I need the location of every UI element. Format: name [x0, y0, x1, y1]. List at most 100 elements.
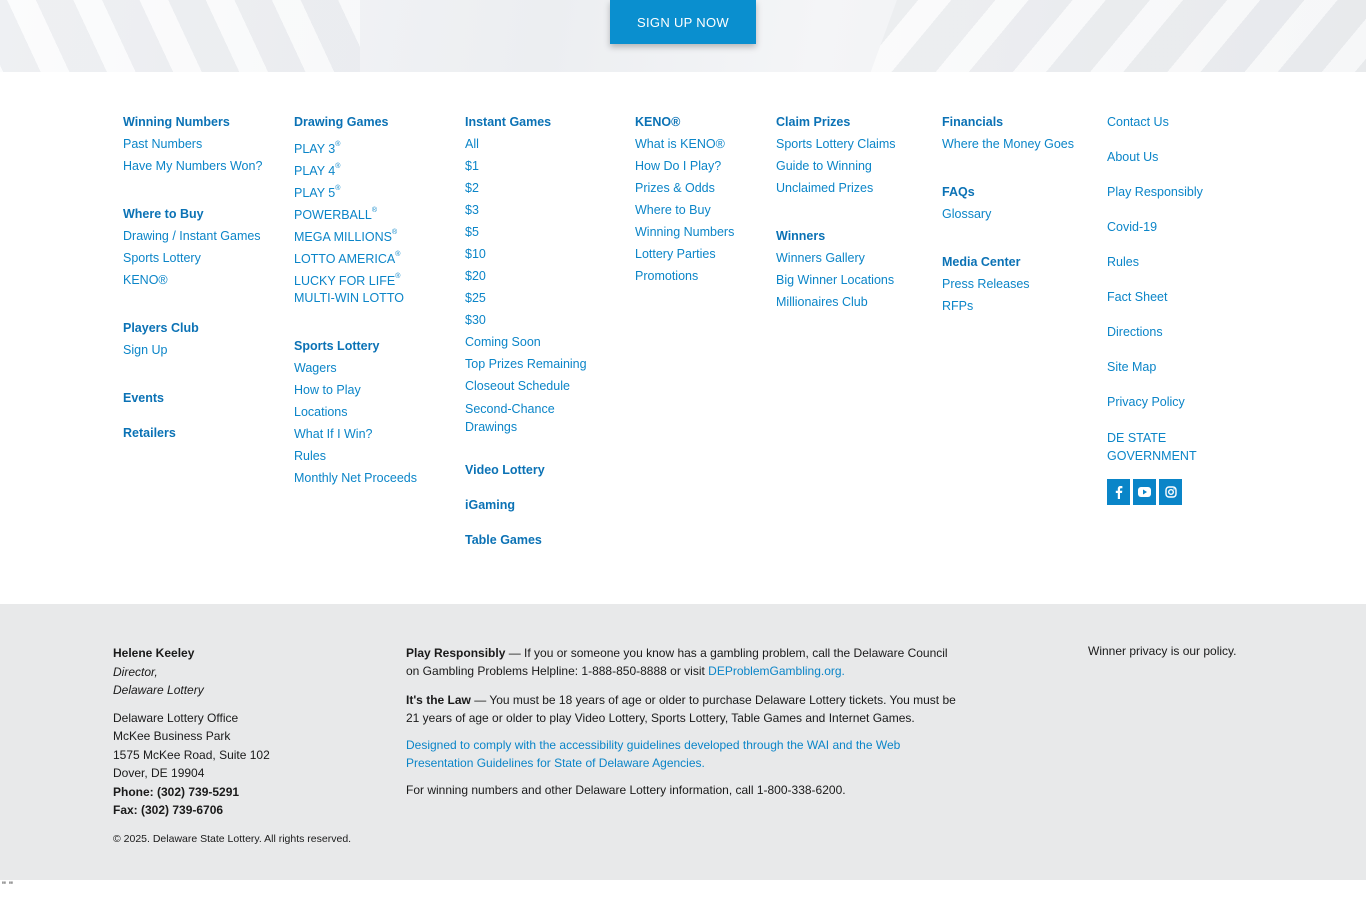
- media-center-heading[interactable]: Media Center: [942, 254, 1102, 276]
- site-map-link[interactable]: Site Map: [1107, 359, 1237, 394]
- stray-text: " ": [2, 880, 13, 892]
- top-prizes-remaining-link[interactable]: Top Prizes Remaining: [465, 356, 615, 378]
- igaming-heading[interactable]: iGaming: [465, 497, 615, 519]
- instant-30-link[interactable]: $30: [465, 312, 615, 334]
- keno-where-to-buy-link[interactable]: Where to Buy: [635, 202, 765, 224]
- law-notice: It's the Law — You must be 18 years of a…: [406, 691, 956, 727]
- accessibility-guidelines-link[interactable]: Designed to comply with the accessibilit…: [406, 738, 900, 770]
- financials-heading[interactable]: Financials: [942, 114, 1102, 136]
- winning-numbers-heading[interactable]: Winning Numbers: [123, 114, 283, 136]
- lottery-parties-link[interactable]: Lottery Parties: [635, 246, 765, 268]
- about-rules-link[interactable]: Rules: [1107, 254, 1237, 289]
- fact-sheet-link[interactable]: Fact Sheet: [1107, 289, 1237, 324]
- sports-lottery-heading[interactable]: Sports Lottery: [294, 338, 454, 360]
- where-the-money-goes-link[interactable]: Where the Money Goes: [942, 136, 1102, 158]
- instant-all-link[interactable]: All: [465, 136, 615, 158]
- retailers-heading[interactable]: Retailers: [123, 425, 283, 447]
- instant-5-link[interactable]: $5: [465, 224, 615, 246]
- multi-win-lotto-link[interactable]: MULTI-WIN LOTTO: [294, 290, 454, 312]
- unclaimed-prizes-link[interactable]: Unclaimed Prizes: [776, 180, 936, 202]
- closeout-schedule-link[interactable]: Closeout Schedule: [465, 378, 615, 400]
- play5-label: PLAY 5: [294, 186, 336, 200]
- nav-column-about: Contact Us About Us Play Responsibly Cov…: [1107, 114, 1237, 505]
- claim-prizes-heading[interactable]: Claim Prizes: [776, 114, 936, 136]
- faqs-heading[interactable]: FAQs: [942, 184, 1102, 206]
- play4-link[interactable]: PLAY 4®: [294, 158, 454, 180]
- problem-gambling-link[interactable]: DEProblemGambling.org.: [708, 664, 845, 678]
- players-club-heading[interactable]: Players Club: [123, 320, 283, 342]
- covid-19-link[interactable]: Covid-19: [1107, 219, 1237, 254]
- where-to-buy-heading[interactable]: Where to Buy: [123, 206, 283, 228]
- info-line: For winning numbers and other Delaware L…: [406, 783, 846, 797]
- monthly-net-proceeds-link[interactable]: Monthly Net Proceeds: [294, 470, 454, 492]
- privacy-policy-link[interactable]: Privacy Policy: [1107, 394, 1237, 429]
- play3-label: PLAY 3: [294, 142, 336, 156]
- nav-column-financials: Financials Where the Money Goes FAQs Glo…: [942, 114, 1102, 320]
- winners-gallery-link[interactable]: Winners Gallery: [776, 250, 936, 272]
- table-games-heading[interactable]: Table Games: [465, 532, 615, 554]
- locations-link[interactable]: Locations: [294, 404, 454, 426]
- instant-1-link[interactable]: $1: [465, 158, 615, 180]
- director-org: Delaware Lottery: [113, 683, 204, 697]
- play-responsibly-label: Play Responsibly: [406, 646, 506, 660]
- have-my-numbers-won-link[interactable]: Have My Numbers Won?: [123, 158, 283, 180]
- promotions-link[interactable]: Promotions: [635, 268, 765, 290]
- wagers-link[interactable]: Wagers: [294, 360, 454, 382]
- video-lottery-heading[interactable]: Video Lottery: [465, 462, 615, 484]
- sports-lottery-link[interactable]: Sports Lottery: [123, 250, 283, 272]
- events-heading[interactable]: Events: [123, 390, 283, 412]
- play3-link[interactable]: PLAY 3®: [294, 136, 454, 158]
- powerball-link[interactable]: POWERBALL®: [294, 202, 454, 224]
- what-is-keno-link[interactable]: What is KENO®: [635, 136, 765, 158]
- prizes-odds-link[interactable]: Prizes & Odds: [635, 180, 765, 202]
- rfps-link[interactable]: RFPs: [942, 298, 1102, 320]
- play-responsibly-link[interactable]: Play Responsibly: [1107, 184, 1237, 219]
- social-links: [1107, 479, 1237, 505]
- lucky-for-life-link[interactable]: LUCKY FOR LIFE®: [294, 268, 454, 290]
- press-releases-link[interactable]: Press Releases: [942, 276, 1102, 298]
- lucky-for-life-label: LUCKY FOR LIFE: [294, 274, 396, 288]
- youtube-icon[interactable]: [1133, 479, 1156, 505]
- how-to-play-link[interactable]: How to Play: [294, 382, 454, 404]
- instant-3-link[interactable]: $3: [465, 202, 615, 224]
- instant-2-link[interactable]: $2: [465, 180, 615, 202]
- winners-heading[interactable]: Winners: [776, 228, 936, 250]
- second-chance-drawings-link[interactable]: Second-Chance Drawings: [465, 400, 575, 436]
- drawing-games-heading[interactable]: Drawing Games: [294, 114, 454, 136]
- instant-games-heading[interactable]: Instant Games: [465, 114, 615, 136]
- sign-up-now-button[interactable]: SIGN UP NOW: [610, 0, 756, 44]
- facebook-icon[interactable]: [1107, 479, 1130, 505]
- about-us-link[interactable]: About Us: [1107, 149, 1237, 184]
- phone-number: Phone: (302) 739-5291: [113, 784, 240, 799]
- past-numbers-link[interactable]: Past Numbers: [123, 136, 283, 158]
- play5-link[interactable]: PLAY 5®: [294, 180, 454, 202]
- director-contact: Helene Keeley Director, Delaware Lottery…: [113, 644, 373, 820]
- footer-navigation: Winning Numbers Past Numbers Have My Num…: [0, 114, 1366, 594]
- guide-to-winning-link[interactable]: Guide to Winning: [776, 158, 936, 180]
- directions-link[interactable]: Directions: [1107, 324, 1237, 359]
- keno-link[interactable]: KENO®: [123, 272, 283, 294]
- sign-up-link[interactable]: Sign Up: [123, 342, 283, 364]
- glossary-link[interactable]: Glossary: [942, 206, 1102, 228]
- rules-link[interactable]: Rules: [294, 448, 454, 470]
- de-state-government-link[interactable]: DE STATE GOVERNMENT: [1107, 429, 1207, 465]
- instant-20-link[interactable]: $20: [465, 268, 615, 290]
- mega-millions-link[interactable]: MEGA MILLIONS®: [294, 224, 454, 246]
- how-do-i-play-link[interactable]: How Do I Play?: [635, 158, 765, 180]
- keno-winning-numbers-link[interactable]: Winning Numbers: [635, 224, 765, 246]
- sports-lottery-claims-link[interactable]: Sports Lottery Claims: [776, 136, 936, 158]
- instagram-icon[interactable]: [1159, 479, 1182, 505]
- copyright: © 2025. Delaware State Lottery. All righ…: [113, 833, 352, 845]
- what-if-i-win-link[interactable]: What If I Win?: [294, 426, 454, 448]
- instant-10-link[interactable]: $10: [465, 246, 615, 268]
- powerball-label: POWERBALL: [294, 208, 372, 222]
- coming-soon-link[interactable]: Coming Soon: [465, 334, 615, 356]
- keno-heading[interactable]: KENO®: [635, 114, 765, 136]
- instant-25-link[interactable]: $25: [465, 290, 615, 312]
- winner-privacy-note: Winner privacy is our policy.: [1088, 644, 1237, 658]
- millionaires-club-link[interactable]: Millionaires Club: [776, 294, 936, 316]
- lotto-america-link[interactable]: LOTTO AMERICA®: [294, 246, 454, 268]
- contact-us-link[interactable]: Contact Us: [1107, 114, 1237, 149]
- drawing-instant-games-link[interactable]: Drawing / Instant Games: [123, 228, 283, 250]
- big-winner-locations-link[interactable]: Big Winner Locations: [776, 272, 936, 294]
